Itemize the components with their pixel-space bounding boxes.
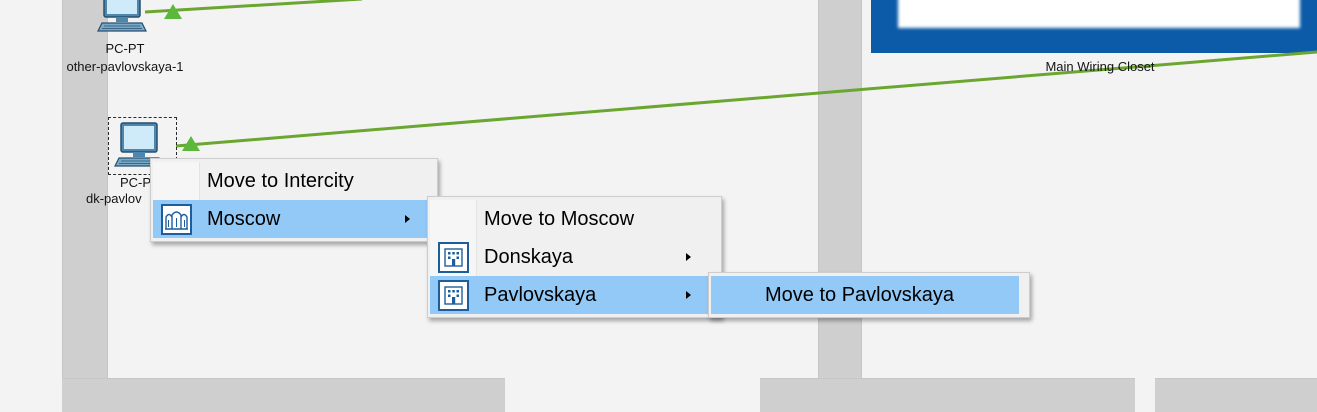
menu-item-donskaya[interactable]: Donskaya — [430, 238, 711, 276]
menu-item-label: Move to Intercity — [207, 169, 354, 192]
submenu-moscow: Move to Moscow Donskaya Pavlovskaya — [427, 196, 722, 318]
menu-item-moscow[interactable]: Moscow — [153, 200, 427, 238]
submenu-pavlovskaya: Move to Pavlovskaya — [708, 272, 1030, 318]
link-cable[interactable] — [144, 0, 363, 14]
submenu-arrow-icon — [686, 253, 691, 261]
pc-icon — [97, 0, 147, 32]
submenu-arrow-icon — [405, 215, 410, 223]
device-model-label: PC-PT — [105, 41, 145, 56]
menu-item-label: Moscow — [207, 207, 281, 230]
menu-item-label: Move to Moscow — [484, 207, 635, 230]
menu-item-move-to-pavlovskaya[interactable]: Move to Pavlovskaya — [711, 276, 1019, 314]
device-model-label: PC-P — [120, 175, 152, 190]
device-name-label: other-pavlovskaya-1 — [66, 59, 184, 74]
menu-item-move-to-moscow[interactable]: Move to Moscow — [430, 200, 711, 238]
building-icon — [430, 276, 476, 314]
menu-item-label: Pavlovskaya — [484, 283, 597, 306]
menu-item-pavlovskaya[interactable]: Pavlovskaya — [430, 276, 711, 314]
closet-label: Main Wiring Closet — [1045, 59, 1155, 74]
menu-item-label: Donskaya — [484, 245, 573, 268]
menu-item-move-to-intercity[interactable]: Move to Intercity — [153, 162, 427, 200]
pc-device[interactable] — [96, 0, 150, 38]
submenu-arrow-icon — [686, 291, 691, 299]
city-icon — [153, 200, 199, 238]
device-name-label: dk-pavlov — [86, 191, 142, 206]
context-menu: Move to Intercity Moscow — [150, 158, 438, 242]
menu-item-label: Move to Pavlovskaya — [765, 283, 954, 306]
building-icon — [430, 238, 476, 276]
